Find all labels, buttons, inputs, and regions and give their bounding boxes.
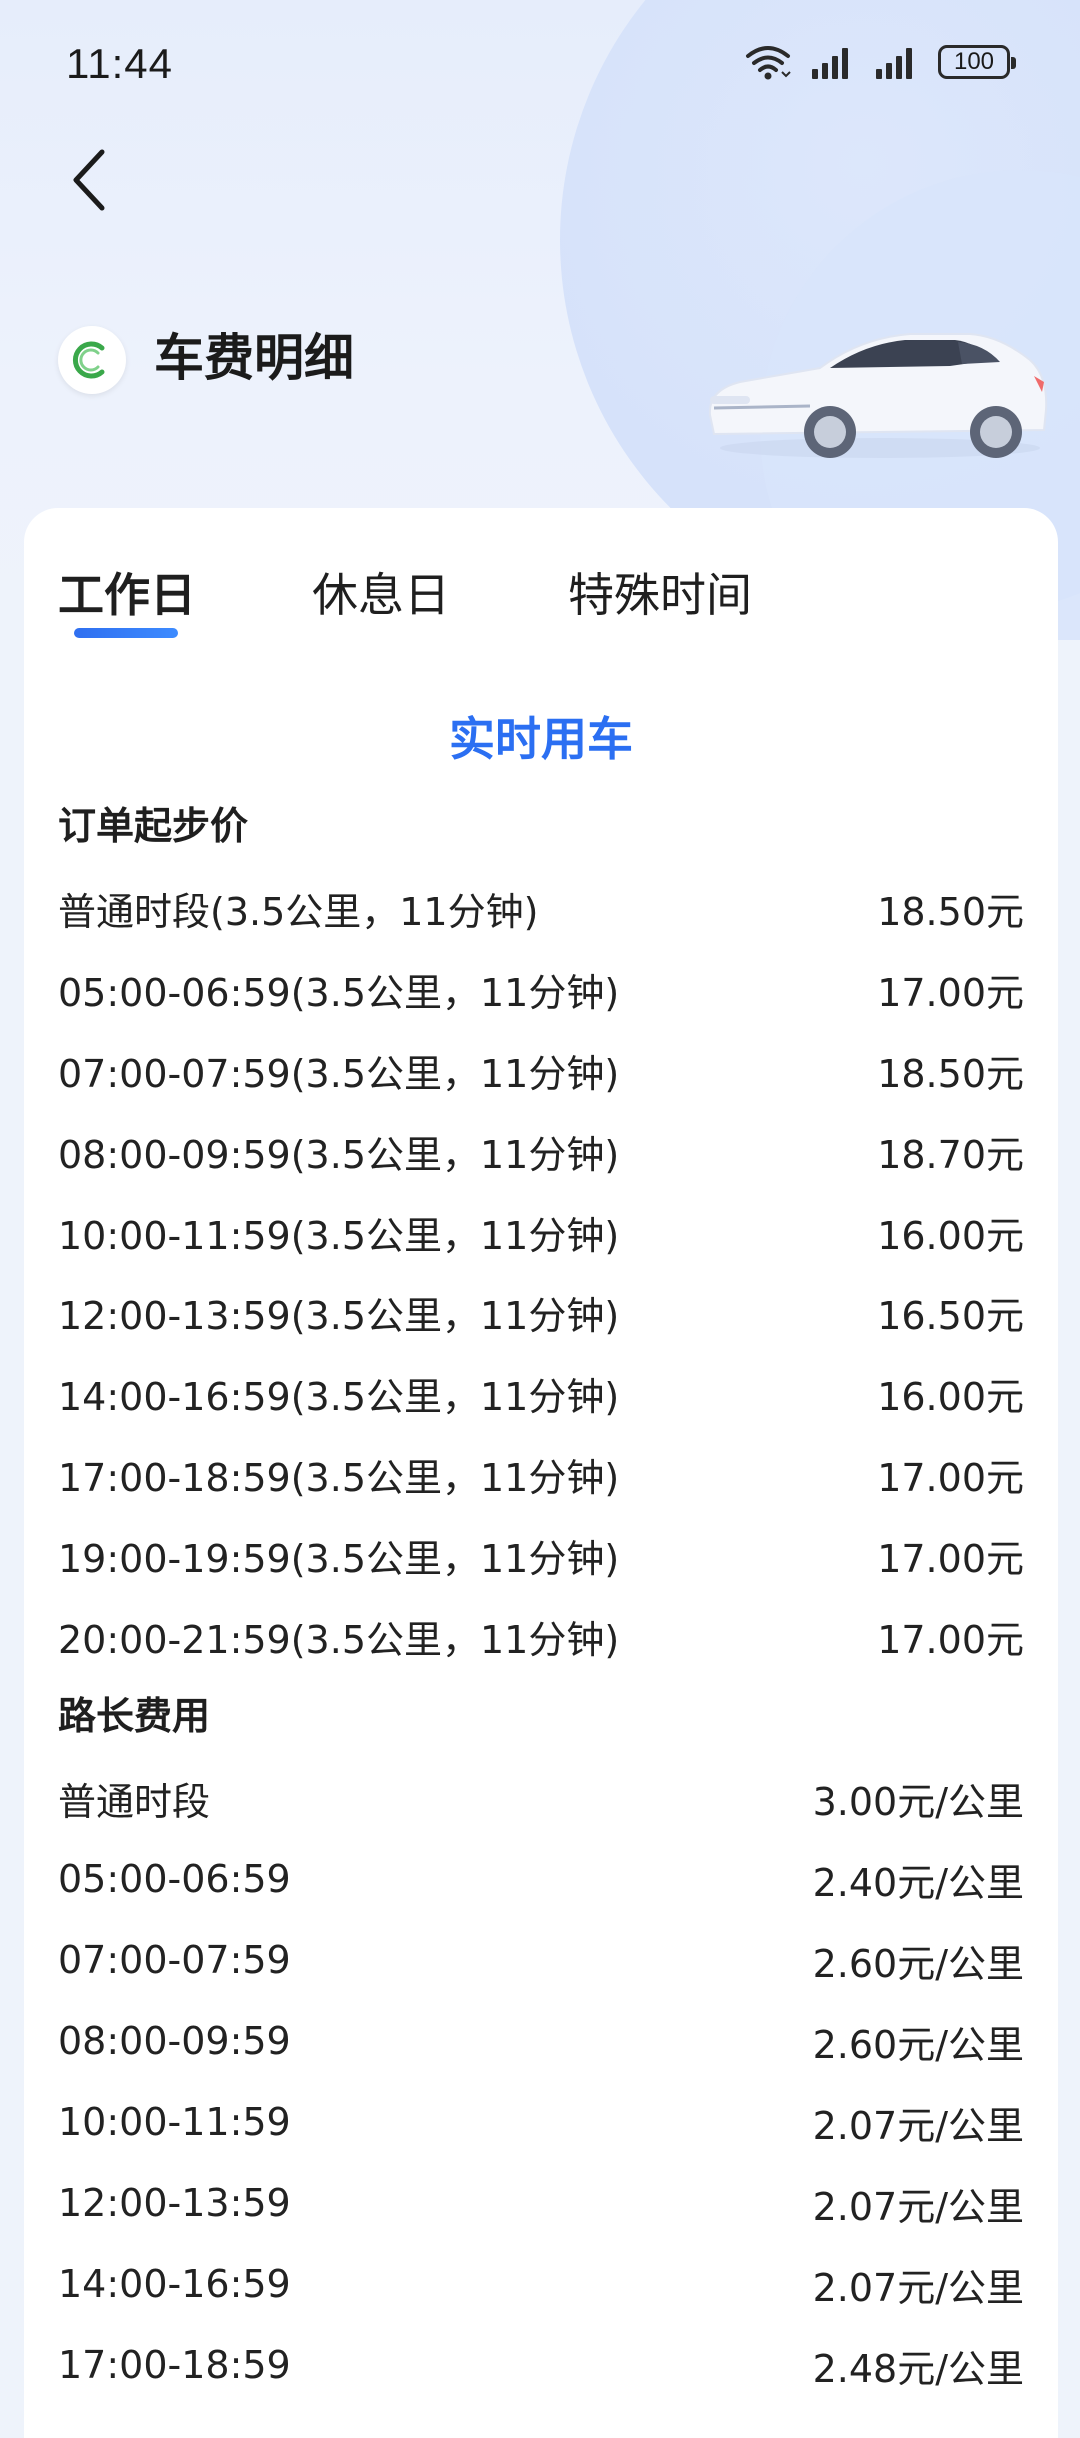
row-value: 2.60元/公里: [812, 1941, 1024, 1986]
row-label: 17:00-18:59(3.5公里，11分钟): [58, 1455, 620, 1500]
group-title-distance-fee: 路长费用: [58, 1694, 211, 1738]
page-title: 车费明细: [154, 329, 354, 387]
row-value: 17.00元: [877, 1536, 1024, 1581]
row-value: 2.40元/公里: [812, 1860, 1024, 1905]
row-value: 2.07元/公里: [812, 2265, 1024, 2310]
list-item: 14:00-16:59(3.5公里，11分钟) 16.00元: [58, 1363, 1024, 1423]
row-value: 17.00元: [877, 970, 1024, 1015]
row-label: 12:00-13:59(3.5公里，11分钟): [58, 1293, 620, 1338]
row-value: 18.50元: [877, 1051, 1024, 1096]
group-title-start-price: 订单起步价: [58, 804, 249, 848]
row-value: 17.00元: [877, 1617, 1024, 1662]
battery-level: 100: [953, 48, 995, 75]
tab-workday[interactable]: 工作日: [58, 560, 196, 630]
row-value: 2.60元/公里: [812, 2022, 1024, 2067]
wifi-icon: [744, 44, 792, 80]
list-item: 10:00-11:59(3.5公里，11分钟) 16.00元: [58, 1202, 1024, 1262]
status-time: 11:44: [66, 40, 173, 87]
row-label: 17:00-18:59: [58, 2343, 291, 2387]
list-item: 20:00-21:59(3.5公里，11分钟) 17.00元: [58, 1606, 1024, 1666]
row-label: 12:00-13:59: [58, 2181, 291, 2225]
list-item: 19:00-19:59(3.5公里，11分钟) 17.00元: [58, 1525, 1024, 1585]
row-label: 07:00-07:59(3.5公里，11分钟): [58, 1051, 620, 1096]
row-value: 16.00元: [877, 1374, 1024, 1419]
list-item: 17:00-18:59 2.48元/公里: [58, 2335, 1024, 2395]
signal-icon-2: [874, 45, 920, 79]
row-label: 10:00-11:59: [58, 2100, 291, 2144]
list-item: 08:00-09:59 2.60元/公里: [58, 2011, 1024, 2071]
list-item: 17:00-18:59(3.5公里，11分钟) 17.00元: [58, 1444, 1024, 1504]
status-bar: 11:44 100: [0, 0, 1080, 130]
row-value: 2.07元/公里: [812, 2103, 1024, 2148]
row-label: 10:00-11:59(3.5公里，11分钟): [58, 1213, 620, 1258]
list-item: 05:00-06:59 2.40元/公里: [58, 1849, 1024, 1909]
row-label: 08:00-09:59(3.5公里，11分钟): [58, 1132, 620, 1177]
row-label: 普通时段(3.5公里，11分钟): [58, 889, 539, 934]
active-tab-indicator: [74, 628, 178, 638]
row-value: 17.00元: [877, 1455, 1024, 1500]
list-item: 普通时段(3.5公里，11分钟) 18.50元: [58, 878, 1024, 938]
row-label: 05:00-06:59(3.5公里，11分钟): [58, 970, 620, 1015]
row-value: 2.48元/公里: [812, 2346, 1024, 2391]
list-item: 12:00-13:59(3.5公里，11分钟) 16.50元: [58, 1282, 1024, 1342]
list-item: 07:00-07:59 2.60元/公里: [58, 1930, 1024, 1990]
row-value: 18.70元: [877, 1132, 1024, 1177]
row-label: 19:00-19:59(3.5公里，11分钟): [58, 1536, 620, 1581]
list-item: 05:00-06:59(3.5公里，11分钟) 17.00元: [58, 959, 1024, 1019]
row-value: 2.07元/公里: [812, 2184, 1024, 2229]
list-item: 普通时段 3.00元/公里: [58, 1768, 1024, 1828]
row-label: 07:00-07:59: [58, 1938, 291, 1982]
row-label: 14:00-16:59(3.5公里，11分钟): [58, 1374, 620, 1419]
row-label: 20:00-21:59(3.5公里，11分钟): [58, 1617, 620, 1662]
list-item: 12:00-13:59 2.07元/公里: [58, 2173, 1024, 2233]
list-item: 14:00-16:59 2.07元/公里: [58, 2254, 1024, 2314]
row-label: 普通时段: [58, 1779, 211, 1824]
list-item: 07:00-07:59(3.5公里，11分钟) 18.50元: [58, 1040, 1024, 1100]
row-label: 08:00-09:59: [58, 2019, 291, 2063]
brand-logo: [58, 326, 126, 394]
row-label: 05:00-06:59: [58, 1857, 291, 1901]
tab-special-time[interactable]: 特殊时间: [568, 560, 752, 630]
car-illustration: [700, 320, 1050, 470]
section-heading: 实时用车: [449, 712, 633, 766]
row-label: 14:00-16:59: [58, 2262, 291, 2306]
signal-icon: [810, 45, 856, 79]
back-button[interactable]: [60, 140, 120, 220]
row-value: 3.00元/公里: [812, 1779, 1024, 1824]
list-item: 08:00-09:59(3.5公里，11分钟) 18.70元: [58, 1121, 1024, 1181]
battery-icon: 100: [938, 45, 1016, 79]
row-value: 16.50元: [877, 1293, 1024, 1338]
tab-restday[interactable]: 休息日: [312, 560, 450, 630]
brand-c-icon: [72, 341, 105, 379]
row-value: 16.00元: [877, 1213, 1024, 1258]
row-value: 18.50元: [877, 889, 1024, 934]
list-item: 10:00-11:59 2.07元/公里: [58, 2092, 1024, 2152]
status-icons: 100: [744, 44, 1016, 80]
chevron-left-icon: [73, 149, 105, 211]
fare-detail-card: 工作日 休息日 特殊时间 实时用车 订单起步价 普通时段(3.5公里，11分钟)…: [24, 508, 1058, 2438]
